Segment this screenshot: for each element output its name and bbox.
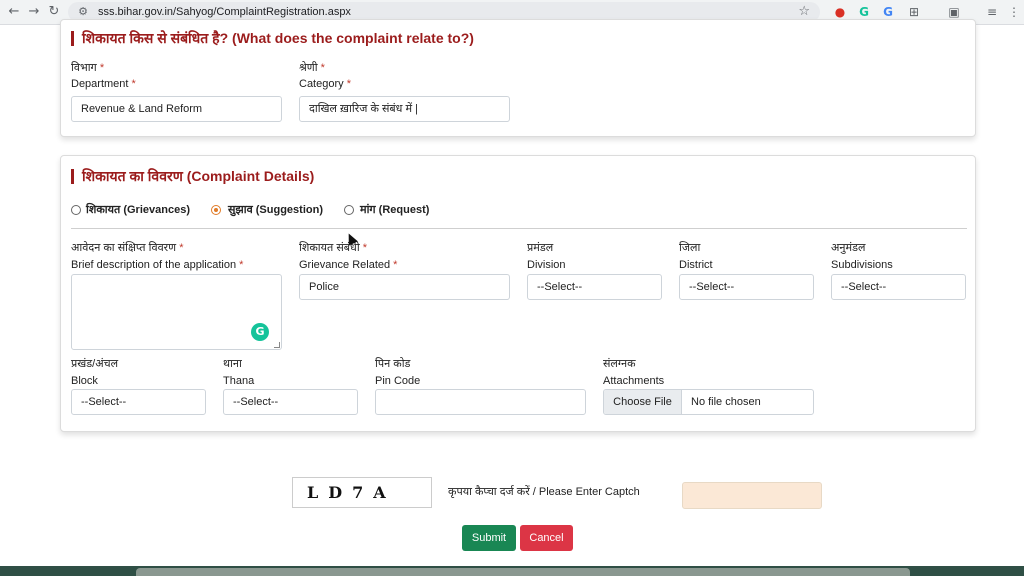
cancel-button[interactable]: Cancel <box>520 525 573 551</box>
captcha-image: LD7A <box>292 477 432 508</box>
pincode-label-en: Pin Code <box>375 375 421 387</box>
subdivision-label-en: Subdivisions <box>831 259 893 271</box>
district-select[interactable]: --Select-- <box>679 274 814 300</box>
division-label-hi: प्रमंडल <box>527 242 554 254</box>
radio-request-label[interactable]: मांग (Request) <box>360 203 429 217</box>
reading-list-icon[interactable]: ▣ <box>946 4 962 20</box>
grievance-related-field[interactable]: Police <box>299 274 510 300</box>
forward-icon[interactable]: → <box>26 4 42 20</box>
brief-label-en: Brief description of the application * <box>71 259 244 271</box>
block-select[interactable]: --Select-- <box>71 389 206 415</box>
block-label-en: Block <box>71 375 98 387</box>
taskbar-pill <box>136 568 910 576</box>
file-status-text: No file chosen <box>691 396 761 408</box>
department-field[interactable]: Revenue & Land Reform <box>71 96 282 122</box>
attachments-label-hi: संलग्नक <box>603 358 636 370</box>
resize-handle-icon[interactable] <box>274 342 280 348</box>
reload-icon[interactable]: ↻ <box>46 4 62 20</box>
division-select[interactable]: --Select-- <box>527 274 662 300</box>
subdivision-label-hi: अनुमंडल <box>831 242 866 254</box>
grammarly-icon[interactable]: G <box>251 323 269 341</box>
bookmark-star-icon[interactable]: ☆ <box>798 4 810 20</box>
attachments-file-input[interactable]: Choose File No file chosen <box>603 389 814 415</box>
page-content: शिकायत किस से संबंधित है? (What does the… <box>0 19 1024 576</box>
radio-grievances[interactable] <box>71 205 81 215</box>
captcha-input[interactable] <box>682 482 822 509</box>
thana-select[interactable]: --Select-- <box>223 389 358 415</box>
thana-label-hi: थाना <box>223 358 242 370</box>
back-icon[interactable]: ← <box>6 4 22 20</box>
category-label-hi: श्रेणी * <box>299 62 325 74</box>
submit-button[interactable]: Submit <box>462 525 516 551</box>
department-label-hi: विभाग * <box>71 62 105 74</box>
radio-suggestion[interactable] <box>211 205 221 215</box>
thana-label-en: Thana <box>223 375 255 387</box>
pincode-input[interactable] <box>375 389 586 415</box>
translate-extension-icon[interactable]: G <box>880 4 896 20</box>
browser-menu-icon[interactable]: ⋮ <box>1006 4 1022 20</box>
grammarly-extension-icon[interactable]: G <box>856 4 872 20</box>
attachments-label-en: Attachments <box>603 375 665 387</box>
radio-request[interactable] <box>344 205 354 215</box>
choose-file-button[interactable]: Choose File <box>604 390 682 414</box>
district-label-hi: जिला <box>679 242 701 254</box>
site-info-icon[interactable]: ⚙ <box>76 5 90 19</box>
radio-grievances-label[interactable]: शिकायत (Grievances) <box>86 203 190 217</box>
extensions-puzzle-icon[interactable]: ⊞ <box>906 4 922 20</box>
department-label-en: Department * <box>71 78 136 90</box>
url-text[interactable]: sss.bihar.gov.in/Sahyog/ComplaintRegistr… <box>98 4 351 20</box>
grievance-label-en: Grievance Related * <box>299 259 398 271</box>
section-title-details: शिकायत का विवरण (Complaint Details) <box>71 169 314 184</box>
category-label-en: Category * <box>299 78 351 90</box>
complaint-details-card: शिकायत का विवरण (Complaint Details) शिका… <box>60 155 976 432</box>
block-label-hi: प्रखंड/अंचल <box>71 358 119 370</box>
tab-search-icon[interactable]: ≡ <box>984 4 1000 20</box>
division-label-en: Division <box>527 259 566 271</box>
grievance-label-hi: शिकायत संबंधी * <box>299 242 368 254</box>
subdivision-select[interactable]: --Select-- <box>831 274 966 300</box>
brief-description-textarea[interactable]: G <box>71 274 282 350</box>
section-divider <box>71 228 967 229</box>
complaint-relation-card: शिकायत किस से संबंधित है? (What does the… <box>60 19 976 137</box>
category-field[interactable]: दाखिल ख़ारिज के संबंध में | <box>299 96 510 122</box>
section-title-relation: शिकायत किस से संबंधित है? (What does the… <box>71 31 474 46</box>
district-label-en: District <box>679 259 713 271</box>
captcha-label: कृपया कैप्चा दर्ज करें / Please Enter Ca… <box>448 486 640 498</box>
extension-icon-red[interactable]: ● <box>832 4 848 20</box>
pincode-label-hi: पिन कोड <box>375 358 411 370</box>
brief-label-hi: आवेदन का संक्षिप्त विवरण * <box>71 242 184 254</box>
radio-suggestion-label[interactable]: सुझाव (Suggestion) <box>228 203 323 217</box>
